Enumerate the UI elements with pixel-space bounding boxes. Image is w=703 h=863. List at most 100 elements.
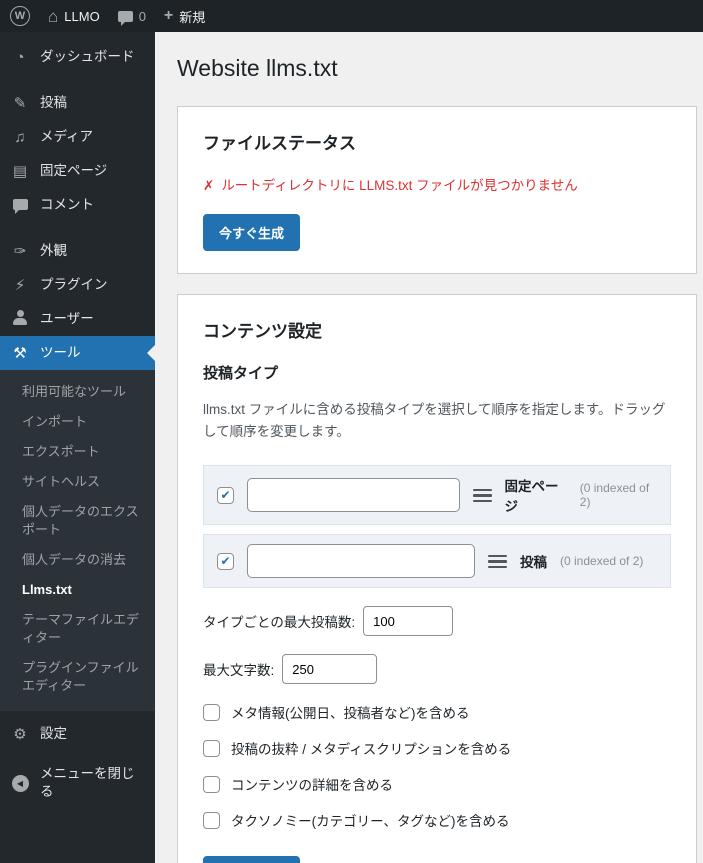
media-icon: ♫ <box>14 128 26 146</box>
page-title: Website llms.txt <box>177 55 338 81</box>
sidebar-item-tools[interactable]: ⚒ ツール <box>0 336 155 370</box>
post-type-row-pages[interactable]: ✔ 固定ページ (0 indexed of 2) <box>203 465 671 526</box>
admin-bar: W ⌂ LLMO 0 + 新規 <box>0 0 703 32</box>
sidebar-item-label: 固定ページ <box>40 163 108 178</box>
sidebar-item-comments[interactable]: コメント <box>0 188 155 222</box>
submenu-item-available-tools[interactable]: 利用可能なツール <box>0 377 155 407</box>
comment-bubble-icon <box>117 10 133 26</box>
sidebar-item-label: プラグイン <box>40 277 108 292</box>
error-text: ルートディレクトリに LLMS.txt ファイルが見つかりません <box>221 177 578 193</box>
submenu-item-export[interactable]: エクスポート <box>0 437 155 467</box>
sidebar-item-media[interactable]: ♫ メディア <box>0 120 155 154</box>
menu-separator <box>0 222 155 234</box>
submenu-item-plugin-file-editor[interactable]: プラグインファイルエディター <box>0 653 155 701</box>
wordpress-menu[interactable]: W <box>10 6 30 26</box>
option-include-taxonomies[interactable]: タクソノミー(カテゴリー、タグなど)を含める <box>203 810 671 830</box>
comment-count: 0 <box>138 8 146 24</box>
post-types-description: llms.txt ファイルに含める投稿タイプを選択して順序を指定します。ドラッグ… <box>203 401 666 440</box>
checkbox-include-content-details[interactable] <box>203 775 220 793</box>
plug-icon: ⚡ <box>14 276 26 294</box>
option-label: タクソノミー(カテゴリー、タグなど)を含める <box>231 814 510 830</box>
drag-handle-icon[interactable] <box>472 488 492 503</box>
save-button-row: 設定を保存 <box>203 856 671 863</box>
new-content-menu[interactable]: + 新規 <box>164 7 205 26</box>
option-label: コンテンツの詳細を含める <box>231 778 393 794</box>
sidebar-item-dashboard[interactable]: ◔ ダッシュボード <box>0 40 155 74</box>
option-label: 投稿の抜粋 / メタディスクリプションを含める <box>231 742 512 758</box>
max-posts-field: タイプごとの最大投稿数: <box>203 606 671 637</box>
sidebar-item-label: ダッシュボード <box>40 49 135 64</box>
brush-icon: ✑ <box>13 242 27 260</box>
max-posts-label: タイプごとの最大投稿数: <box>203 615 356 631</box>
post-type-sortable-list: ✔ 固定ページ (0 indexed of 2) ✔ 投稿 (0 indexed… <box>203 465 671 589</box>
active-menu-notch <box>147 345 155 361</box>
max-chars-field: 最大文字数: <box>203 654 671 685</box>
home-icon: ⌂ <box>48 6 59 26</box>
site-name: LLMO <box>64 8 100 24</box>
sidebar-item-label: 投稿 <box>40 95 67 110</box>
post-type-label: 投稿 <box>520 555 547 571</box>
save-settings-button[interactable]: 設定を保存 <box>203 856 301 863</box>
file-status-title: ファイルステータス <box>203 133 356 153</box>
sidebar-item-label: ツール <box>40 345 81 360</box>
submenu-item-export-personal-data[interactable]: 個人データのエクスポート <box>0 497 155 545</box>
wrench-icon: ⚒ <box>13 344 27 362</box>
plus-icon: + <box>163 7 174 24</box>
file-status-error: ✗ ルートディレクトリに LLMS.txt ファイルが見つかりません <box>203 174 671 194</box>
admin-sidebar: ◔ ダッシュボード ✎ 投稿 ♫ メディア ▤ 固定ページ コメント ✑ 外観 … <box>0 32 155 863</box>
submenu-item-site-health[interactable]: サイトヘルス <box>0 467 155 497</box>
sidebar-item-label: 外観 <box>40 243 67 258</box>
collapse-icon: ◀ <box>10 774 30 793</box>
page-label-input[interactable] <box>247 478 460 513</box>
sidebar-item-label: 設定 <box>40 726 67 741</box>
error-x-icon: ✗ <box>203 177 215 193</box>
sidebar-item-plugins[interactable]: ⚡ プラグイン <box>0 268 155 302</box>
post-label-input[interactable] <box>247 544 475 579</box>
sidebar-item-collapse-menu[interactable]: ◀ メニューを閉じる <box>0 757 155 809</box>
option-include-content-details[interactable]: コンテンツの詳細を含める <box>203 774 671 794</box>
option-label: メタ情報(公開日、投稿者など)を含める <box>231 706 470 722</box>
pushpin-icon: ✎ <box>13 94 27 112</box>
submenu-item-llms-txt[interactable]: Llms.txt <box>0 575 155 605</box>
site-link[interactable]: ⌂ LLMO <box>48 8 100 25</box>
content-settings-title: コンテンツ設定 <box>203 321 322 341</box>
post-types-title: 投稿タイプ <box>203 364 279 382</box>
file-status-card: ファイルステータス ✗ ルートディレクトリに LLMS.txt ファイルが見つか… <box>177 105 697 274</box>
checkbox-posts-checked[interactable]: ✔ <box>217 552 234 570</box>
sidebar-item-settings[interactable]: ⚙ 設定 <box>0 717 155 751</box>
post-type-label: 固定ページ <box>504 479 559 515</box>
settings-icon: ⚙ <box>13 725 27 743</box>
pages-icon: ▤ <box>12 162 28 180</box>
sidebar-item-pages[interactable]: ▤ 固定ページ <box>0 154 155 188</box>
main-content: Website llms.txt ファイルステータス ✗ ルートディレクトリに … <box>155 32 703 863</box>
sidebar-item-label: コメント <box>40 197 94 212</box>
wordpress-logo-icon: W <box>10 6 30 26</box>
comments-link[interactable]: 0 <box>117 8 146 26</box>
sidebar-item-posts[interactable]: ✎ 投稿 <box>0 86 155 120</box>
generate-now-button[interactable]: 今すぐ生成 <box>203 213 301 251</box>
sidebar-item-appearance[interactable]: ✑ 外観 <box>0 234 155 268</box>
max-chars-input[interactable] <box>282 654 378 685</box>
option-include-meta[interactable]: メタ情報(公開日、投稿者など)を含める <box>203 702 671 722</box>
sidebar-item-label: ユーザー <box>40 311 94 326</box>
sidebar-item-users[interactable]: ユーザー <box>0 302 155 336</box>
submenu-item-theme-file-editor[interactable]: テーマファイルエディター <box>0 605 155 653</box>
sidebar-item-label: メディア <box>40 129 94 144</box>
checkbox-include-excerpt[interactable] <box>203 739 220 757</box>
new-label: 新規 <box>179 9 206 25</box>
post-type-note: (0 indexed of 2) <box>579 481 650 510</box>
submenu-item-erase-personal-data[interactable]: 個人データの消去 <box>0 545 155 575</box>
post-type-note: (0 indexed of 2) <box>560 554 644 569</box>
post-type-row-posts[interactable]: ✔ 投稿 (0 indexed of 2) <box>203 534 671 589</box>
max-posts-input[interactable] <box>363 606 454 637</box>
dashboard-icon: ◔ <box>15 48 25 66</box>
option-include-excerpt[interactable]: 投稿の抜粋 / メタディスクリプションを含める <box>203 738 671 758</box>
checkbox-pages-checked[interactable]: ✔ <box>217 486 234 504</box>
user-icon <box>10 310 30 328</box>
checkbox-include-meta[interactable] <box>203 703 220 721</box>
checkbox-include-taxonomies[interactable] <box>203 811 220 829</box>
content-settings-card: コンテンツ設定 投稿タイプ llms.txt ファイルに含める投稿タイプを選択し… <box>177 293 697 863</box>
menu-separator <box>0 74 155 86</box>
drag-handle-icon[interactable] <box>488 554 507 569</box>
submenu-item-import[interactable]: インポート <box>0 407 155 437</box>
